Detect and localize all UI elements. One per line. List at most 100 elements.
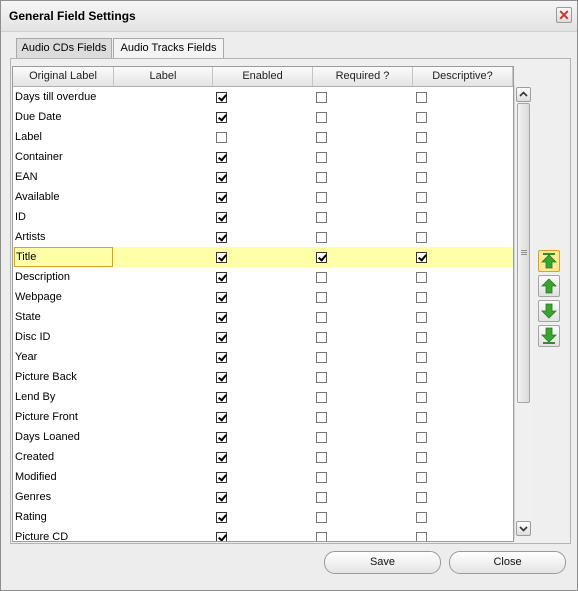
- enabled-checkbox[interactable]: [216, 312, 227, 323]
- descriptive-checkbox[interactable]: [416, 332, 427, 343]
- table-row[interactable]: Genres: [13, 487, 513, 507]
- table-row[interactable]: EAN: [13, 167, 513, 187]
- required-checkbox[interactable]: [316, 472, 327, 483]
- table-row[interactable]: Picture Back: [13, 367, 513, 387]
- enabled-checkbox[interactable]: [216, 112, 227, 123]
- descriptive-checkbox[interactable]: [416, 372, 427, 383]
- table-row[interactable]: Picture Front: [13, 407, 513, 427]
- column-header-enabled[interactable]: Enabled: [213, 67, 313, 86]
- descriptive-checkbox[interactable]: [416, 192, 427, 203]
- column-header-original-label[interactable]: Original Label: [13, 67, 114, 86]
- required-checkbox[interactable]: [316, 452, 327, 463]
- descriptive-checkbox[interactable]: [416, 312, 427, 323]
- scroll-up-button[interactable]: [516, 87, 531, 102]
- required-checkbox[interactable]: [316, 152, 327, 163]
- required-checkbox[interactable]: [316, 272, 327, 283]
- required-checkbox[interactable]: [316, 392, 327, 403]
- grid-scrollbar[interactable]: [514, 85, 532, 539]
- move-to-bottom-button[interactable]: [538, 325, 560, 347]
- tab-audio-tracks-fields[interactable]: Audio Tracks Fields: [113, 38, 224, 58]
- enabled-checkbox[interactable]: [216, 432, 227, 443]
- column-header-descriptive[interactable]: Descriptive?: [413, 67, 513, 86]
- descriptive-checkbox[interactable]: [416, 132, 427, 143]
- move-down-button[interactable]: [538, 300, 560, 322]
- required-checkbox[interactable]: [316, 292, 327, 303]
- enabled-checkbox[interactable]: [216, 452, 227, 463]
- required-checkbox[interactable]: [316, 372, 327, 383]
- required-checkbox[interactable]: [316, 492, 327, 503]
- descriptive-checkbox[interactable]: [416, 252, 427, 263]
- required-checkbox[interactable]: [316, 172, 327, 183]
- save-button[interactable]: Save: [324, 551, 441, 574]
- required-checkbox[interactable]: [316, 332, 327, 343]
- enabled-checkbox[interactable]: [216, 212, 227, 223]
- descriptive-checkbox[interactable]: [416, 492, 427, 503]
- enabled-checkbox[interactable]: [216, 292, 227, 303]
- table-row[interactable]: Lend By: [13, 387, 513, 407]
- close-button[interactable]: Close: [449, 551, 566, 574]
- table-row[interactable]: ID: [13, 207, 513, 227]
- descriptive-checkbox[interactable]: [416, 352, 427, 363]
- required-checkbox[interactable]: [316, 432, 327, 443]
- table-row[interactable]: Created: [13, 447, 513, 467]
- table-row[interactable]: Container: [13, 147, 513, 167]
- required-checkbox[interactable]: [316, 112, 327, 123]
- enabled-checkbox[interactable]: [216, 472, 227, 483]
- enabled-checkbox[interactable]: [216, 512, 227, 523]
- descriptive-checkbox[interactable]: [416, 392, 427, 403]
- table-row[interactable]: Days Loaned: [13, 427, 513, 447]
- close-icon[interactable]: ✕: [556, 7, 572, 23]
- required-checkbox[interactable]: [316, 312, 327, 323]
- table-row[interactable]: Description: [13, 267, 513, 287]
- required-checkbox[interactable]: [316, 252, 327, 263]
- enabled-checkbox[interactable]: [216, 152, 227, 163]
- table-row[interactable]: Label: [13, 127, 513, 147]
- enabled-checkbox[interactable]: [216, 252, 227, 263]
- enabled-checkbox[interactable]: [216, 232, 227, 243]
- table-row[interactable]: Title: [13, 247, 513, 267]
- required-checkbox[interactable]: [316, 192, 327, 203]
- enabled-checkbox[interactable]: [216, 532, 227, 541]
- descriptive-checkbox[interactable]: [416, 292, 427, 303]
- required-checkbox[interactable]: [316, 92, 327, 103]
- enabled-checkbox[interactable]: [216, 172, 227, 183]
- enabled-checkbox[interactable]: [216, 352, 227, 363]
- move-to-top-button[interactable]: [538, 250, 560, 272]
- scroll-down-button[interactable]: [516, 521, 531, 536]
- required-checkbox[interactable]: [316, 132, 327, 143]
- descriptive-checkbox[interactable]: [416, 92, 427, 103]
- table-row[interactable]: Disc ID: [13, 327, 513, 347]
- table-row[interactable]: Picture CD: [13, 527, 513, 541]
- required-checkbox[interactable]: [316, 412, 327, 423]
- descriptive-checkbox[interactable]: [416, 112, 427, 123]
- table-row[interactable]: Webpage: [13, 287, 513, 307]
- descriptive-checkbox[interactable]: [416, 272, 427, 283]
- descriptive-checkbox[interactable]: [416, 472, 427, 483]
- move-up-button[interactable]: [538, 275, 560, 297]
- column-header-required[interactable]: Required ?: [313, 67, 413, 86]
- enabled-checkbox[interactable]: [216, 272, 227, 283]
- required-checkbox[interactable]: [316, 512, 327, 523]
- required-checkbox[interactable]: [316, 532, 327, 541]
- scroll-thumb[interactable]: [517, 103, 530, 403]
- table-row[interactable]: State: [13, 307, 513, 327]
- table-row[interactable]: Rating: [13, 507, 513, 527]
- enabled-checkbox[interactable]: [216, 412, 227, 423]
- required-checkbox[interactable]: [316, 232, 327, 243]
- table-row[interactable]: Modified: [13, 467, 513, 487]
- tab-audio-cds-fields[interactable]: Audio CDs Fields: [16, 38, 112, 58]
- column-header-label[interactable]: Label: [114, 67, 213, 86]
- descriptive-checkbox[interactable]: [416, 432, 427, 443]
- descriptive-checkbox[interactable]: [416, 512, 427, 523]
- descriptive-checkbox[interactable]: [416, 532, 427, 541]
- enabled-checkbox[interactable]: [216, 132, 227, 143]
- enabled-checkbox[interactable]: [216, 492, 227, 503]
- descriptive-checkbox[interactable]: [416, 172, 427, 183]
- required-checkbox[interactable]: [316, 212, 327, 223]
- table-row[interactable]: Artists: [13, 227, 513, 247]
- enabled-checkbox[interactable]: [216, 192, 227, 203]
- table-row[interactable]: Available: [13, 187, 513, 207]
- descriptive-checkbox[interactable]: [416, 152, 427, 163]
- enabled-checkbox[interactable]: [216, 392, 227, 403]
- descriptive-checkbox[interactable]: [416, 452, 427, 463]
